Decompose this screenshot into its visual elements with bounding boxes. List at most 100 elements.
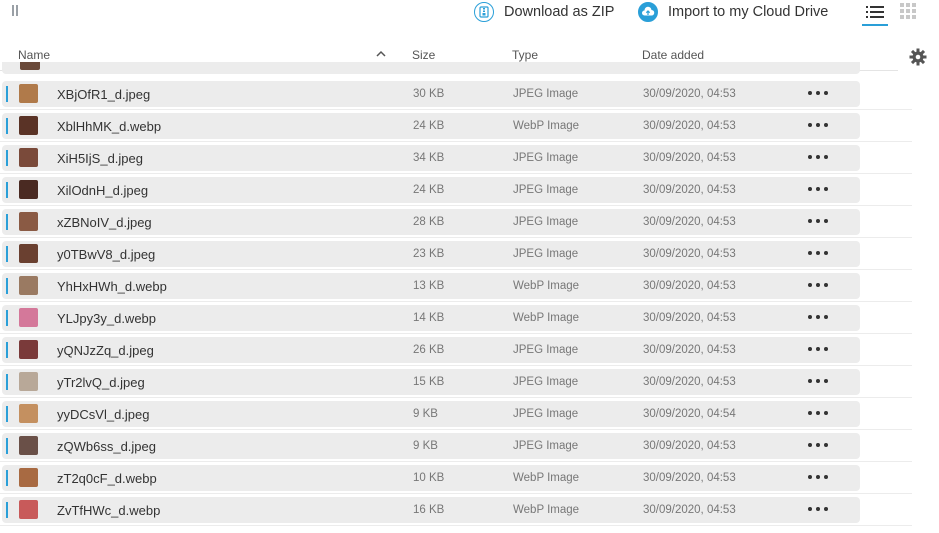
file-name[interactable]: xZBNoIV_d.jpeg <box>57 215 152 230</box>
file-type: JPEG Image <box>513 440 579 452</box>
file-name[interactable]: zT2q0cF_d.webp <box>57 471 157 486</box>
more-options-icon[interactable] <box>808 470 828 484</box>
more-options-icon[interactable] <box>808 182 828 196</box>
more-options-icon[interactable] <box>808 342 828 356</box>
more-options-icon[interactable] <box>808 502 828 516</box>
file-size: 24 KB <box>413 120 445 132</box>
more-options-icon[interactable] <box>808 246 828 260</box>
more-options-icon[interactable] <box>808 214 828 228</box>
file-date-added: 30/09/2020, 04:53 <box>643 216 736 228</box>
list-item[interactable]: XblHhMK_d.webp 24 KB WebP Image 30/09/2020,… <box>0 110 912 142</box>
file-thumbnail <box>19 468 38 487</box>
more-options-icon[interactable] <box>808 118 828 132</box>
file-type: JPEG Image <box>513 376 579 388</box>
download-zip-label: Download as ZIP <box>504 4 615 20</box>
grid-view-icon <box>900 3 916 19</box>
sort-ascending-icon[interactable] <box>376 50 386 57</box>
list-item[interactable]: XBjOfR1_d.jpeg 30 KB JPEG Image 30/09/2020,… <box>0 78 912 110</box>
file-size: 26 KB <box>413 344 445 356</box>
list-view-icon <box>866 6 884 18</box>
more-options-icon[interactable] <box>808 438 828 452</box>
file-date-added: 30/09/2020, 04:53 <box>643 120 736 132</box>
file-type: WebP Image <box>513 472 580 484</box>
file-type: WebP Image <box>513 280 580 292</box>
file-thumbnail <box>19 116 38 135</box>
file-name[interactable]: yTr2lvQ_d.jpeg <box>57 375 145 390</box>
more-options-icon[interactable] <box>808 374 828 388</box>
list-item[interactable]: XiH5IjS_d.jpeg 34 KB JPEG Image 30/09/2020,… <box>0 142 912 174</box>
file-name[interactable]: zQWb6ss_d.jpeg <box>57 439 156 454</box>
file-date-added: 30/09/2020, 04:53 <box>643 440 736 452</box>
more-options-icon[interactable] <box>808 406 828 420</box>
file-type: JPEG Image <box>513 216 579 228</box>
file-size: 16 KB <box>413 504 445 516</box>
file-type: JPEG Image <box>513 152 579 164</box>
list-item[interactable]: xZBNoIV_d.jpeg 28 KB JPEG Image 30/09/2020,… <box>0 206 912 238</box>
file-thumbnail <box>19 372 38 391</box>
file-size: 14 KB <box>413 312 445 324</box>
file-name[interactable]: yyDCsVl_d.jpeg <box>57 407 150 422</box>
column-date-header[interactable]: Date added <box>642 48 704 62</box>
file-size: 13 KB <box>413 280 445 292</box>
file-type: WebP Image <box>513 120 580 132</box>
list-item[interactable]: zT2q0cF_d.webp 10 KB WebP Image 30/09/2020,… <box>0 462 912 494</box>
file-name[interactable]: yQNJzZq_d.jpeg <box>57 343 154 358</box>
more-options-icon[interactable] <box>808 310 828 324</box>
file-thumbnail <box>19 148 38 167</box>
row-selection-marker <box>6 246 8 262</box>
list-item[interactable]: ZvTfHWc_d.webp 16 KB WebP Image 30/09/2020,… <box>0 494 912 526</box>
more-options-icon[interactable] <box>808 150 828 164</box>
file-size: 10 KB <box>413 472 445 484</box>
row-selection-marker <box>6 406 8 422</box>
file-date-added: 30/09/2020, 04:53 <box>643 504 736 516</box>
row-selection-marker <box>6 182 8 198</box>
grid-view-button[interactable] <box>900 3 918 21</box>
zip-icon <box>474 2 494 22</box>
list-item[interactable]: zQWb6ss_d.jpeg 9 KB JPEG Image 30/09/2020, … <box>0 430 912 462</box>
file-name[interactable]: XBjOfR1_d.jpeg <box>57 87 150 102</box>
file-thumbnail <box>19 84 38 103</box>
column-size-header[interactable]: Size <box>412 48 435 62</box>
column-type-header[interactable]: Type <box>512 48 538 62</box>
list-item[interactable]: yQNJzZq_d.jpeg 26 KB JPEG Image 30/09/2020,… <box>0 334 912 366</box>
file-name[interactable]: YhHxHWh_d.webp <box>57 279 167 294</box>
pause-icon[interactable] <box>12 5 18 16</box>
file-type: JPEG Image <box>513 88 579 100</box>
more-options-icon[interactable] <box>808 86 828 100</box>
list-item[interactable]: XilOdnH_d.jpeg 24 KB JPEG Image 30/09/2020,… <box>0 174 912 206</box>
column-name-header[interactable]: Name <box>18 48 50 62</box>
file-date-added: 30/09/2020, 04:53 <box>643 184 736 196</box>
list-item[interactable]: yyDCsVl_d.jpeg 9 KB JPEG Image 30/09/2020, … <box>0 398 912 430</box>
file-thumbnail <box>20 62 40 70</box>
download-zip-button[interactable]: Download as ZIP <box>474 0 614 24</box>
row-selection-marker <box>6 374 8 390</box>
file-name[interactable]: XblHhMK_d.webp <box>57 119 161 134</box>
file-name[interactable]: ZvTfHWc_d.webp <box>57 503 160 518</box>
list-item[interactable] <box>2 62 860 74</box>
file-name[interactable]: XiH5IjS_d.jpeg <box>57 151 143 166</box>
list-view-button[interactable] <box>862 0 888 26</box>
file-thumbnail <box>19 180 38 199</box>
file-type: WebP Image <box>513 312 580 324</box>
file-thumbnail <box>19 500 38 519</box>
row-selection-marker <box>6 150 8 166</box>
file-date-added: 30/09/2020, 04:53 <box>643 472 736 484</box>
file-name[interactable]: YLJpy3y_d.webp <box>57 311 156 326</box>
row-selection-marker <box>6 502 8 518</box>
file-date-added: 30/09/2020, 04:53 <box>643 280 736 292</box>
list-item[interactable]: y0TBwV8_d.jpeg 23 KB JPEG Image 30/09/2020,… <box>0 238 912 270</box>
more-options-icon[interactable] <box>808 278 828 292</box>
file-date-added: 30/09/2020, 04:53 <box>643 376 736 388</box>
import-cloud-drive-button[interactable]: Import to my Cloud Drive <box>638 0 828 24</box>
list-item[interactable]: YLJpy3y_d.webp 14 KB WebP Image 30/09/2020,… <box>0 302 912 334</box>
file-date-added: 30/09/2020, 04:54 <box>643 408 736 420</box>
file-type: JPEG Image <box>513 248 579 260</box>
list-item[interactable]: YhHxHWh_d.webp 13 KB WebP Image 30/09/2020,… <box>0 270 912 302</box>
row-selection-marker <box>6 342 8 358</box>
file-name[interactable]: XilOdnH_d.jpeg <box>57 183 148 198</box>
file-list: XBjOfR1_d.jpeg 30 KB JPEG Image 30/09/2020,… <box>0 62 912 533</box>
list-item[interactable]: yTr2lvQ_d.jpeg 15 KB JPEG Image 30/09/2020,… <box>0 366 912 398</box>
file-name[interactable]: y0TBwV8_d.jpeg <box>57 247 155 262</box>
row-selection-marker <box>6 118 8 134</box>
file-size: 34 KB <box>413 152 445 164</box>
